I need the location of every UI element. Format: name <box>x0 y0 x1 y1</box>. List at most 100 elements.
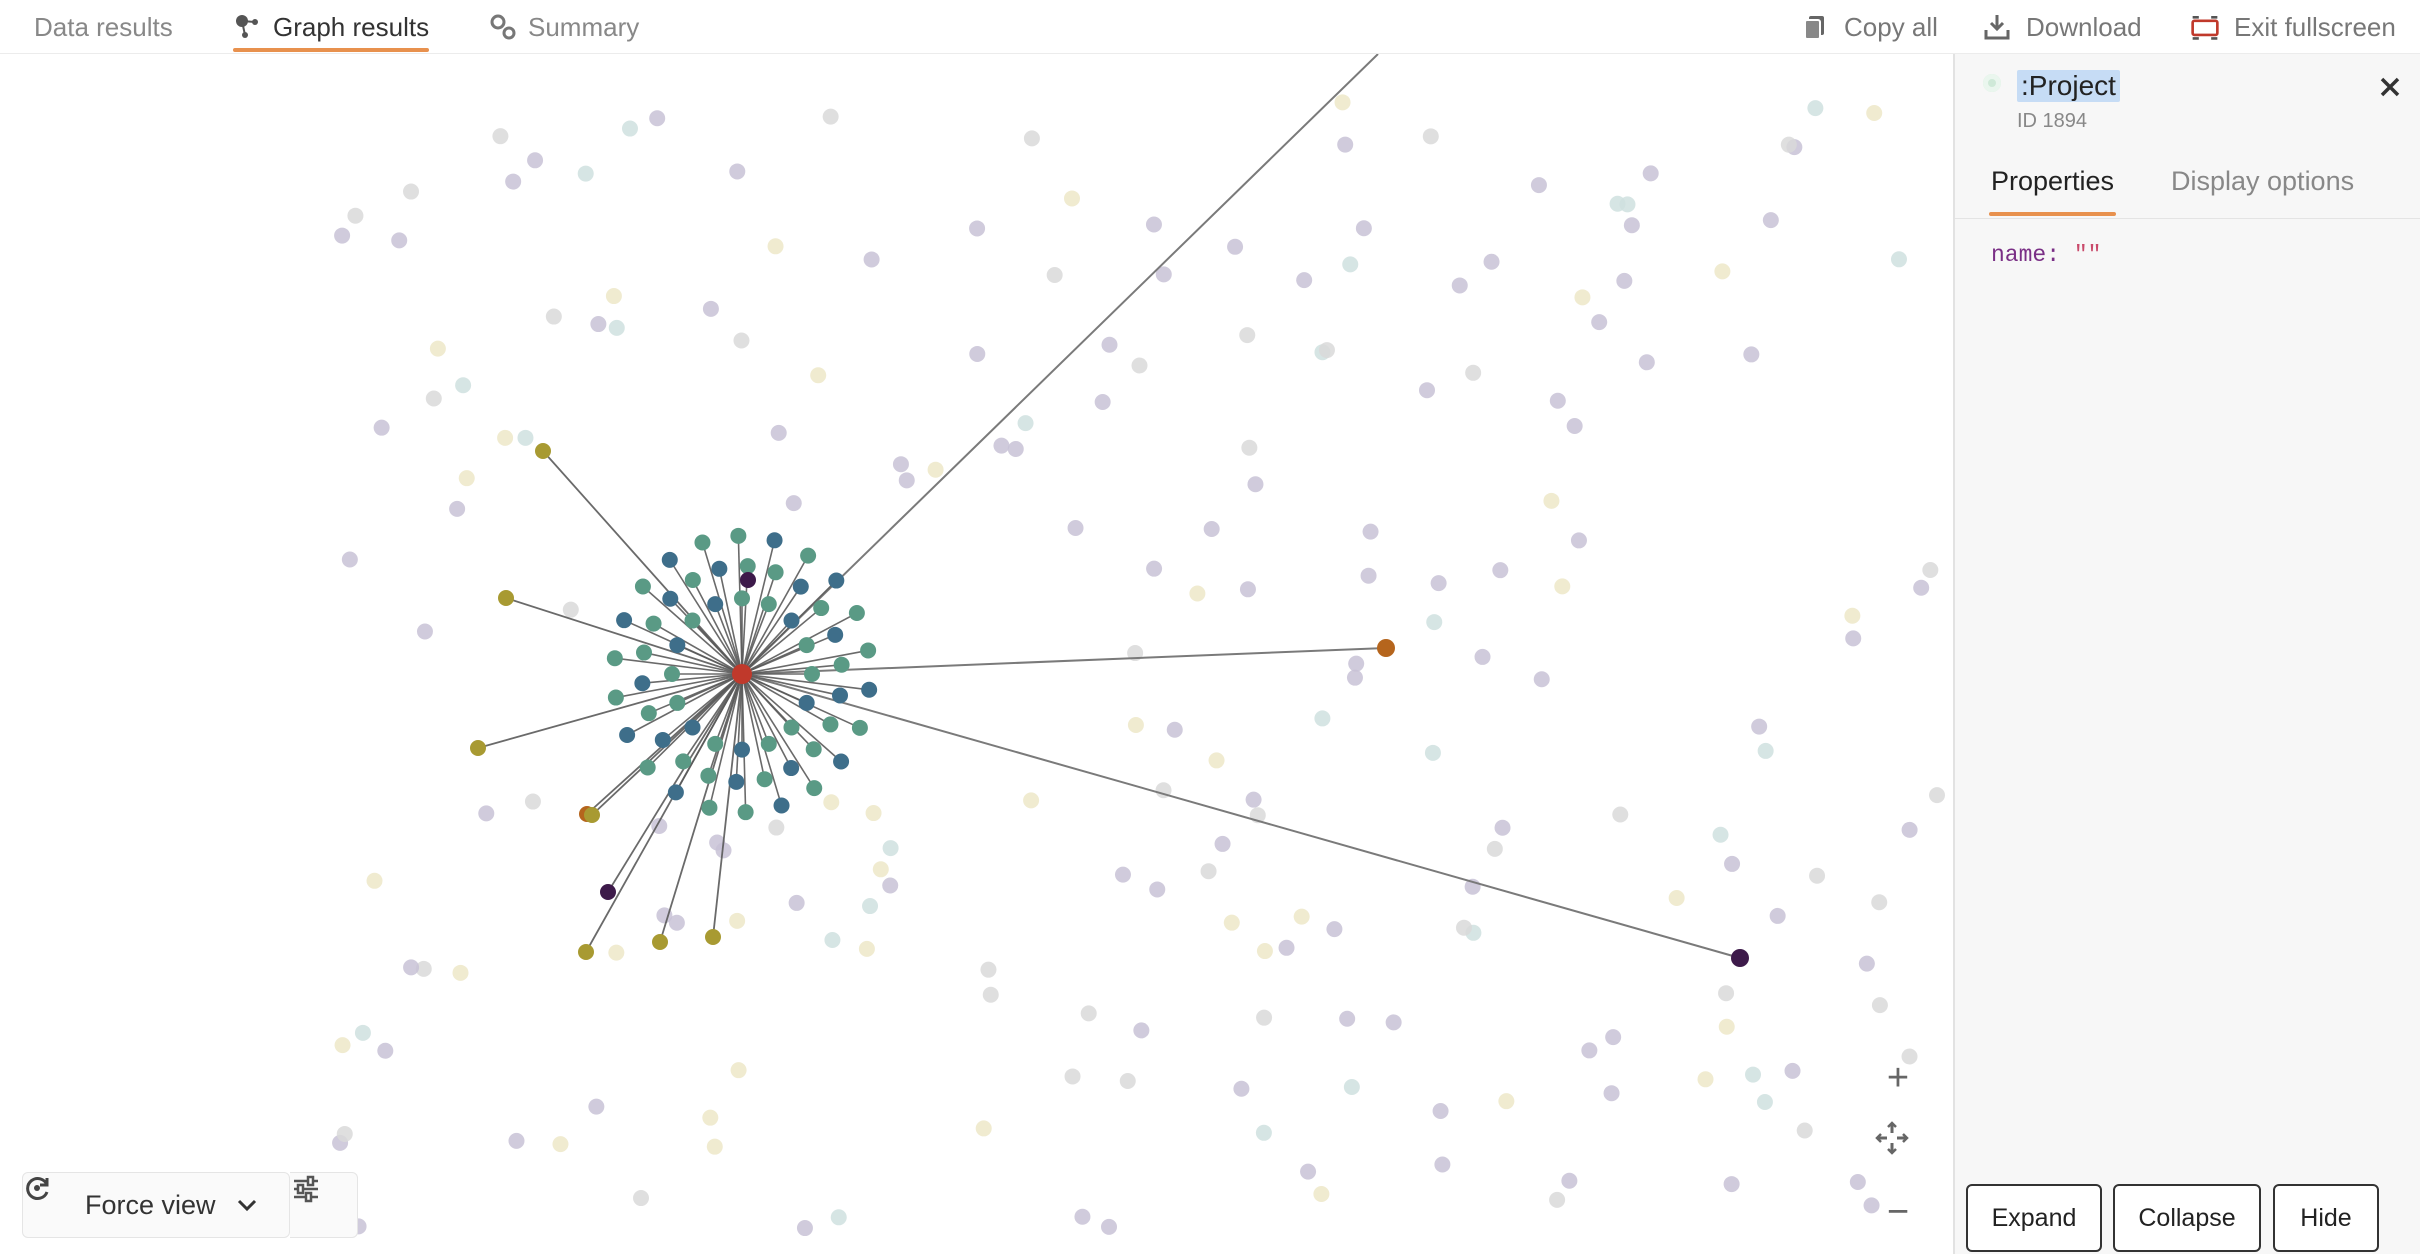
background-node[interactable] <box>1549 1191 1566 1208</box>
background-node[interactable] <box>1718 985 1735 1002</box>
tab-properties[interactable]: Properties <box>1988 166 2117 216</box>
graph-node[interactable] <box>694 534 711 551</box>
background-node[interactable] <box>1227 238 1244 255</box>
background-node[interactable] <box>1080 1005 1097 1022</box>
background-node[interactable] <box>1623 217 1640 234</box>
exit-fullscreen-button[interactable]: Exit fullscreen <box>2190 0 2396 54</box>
background-node[interactable] <box>1063 190 1080 207</box>
graph-node[interactable] <box>664 666 680 682</box>
graph-node[interactable] <box>734 741 750 758</box>
graph-node[interactable] <box>711 560 728 577</box>
layout-settings-button[interactable] <box>290 1172 358 1238</box>
tab-graph-results[interactable]: Graph results <box>233 0 430 54</box>
background-node[interactable] <box>1223 914 1240 931</box>
background-node[interactable] <box>605 288 622 305</box>
graph-node[interactable] <box>652 934 668 950</box>
graph-node[interactable] <box>470 740 486 756</box>
graph-node[interactable] <box>634 675 651 692</box>
background-node[interactable] <box>458 470 475 487</box>
background-node[interactable] <box>492 128 509 145</box>
graph-node[interactable] <box>1377 639 1395 657</box>
background-node[interactable] <box>391 232 408 249</box>
background-node[interactable] <box>455 377 472 394</box>
background-node[interactable] <box>1360 567 1377 584</box>
background-node[interactable] <box>1498 1093 1515 1110</box>
background-node[interactable] <box>975 1120 992 1137</box>
graph-node[interactable] <box>766 532 783 549</box>
background-node[interactable] <box>552 1136 569 1153</box>
background-node[interactable] <box>1114 866 1131 883</box>
background-node[interactable] <box>1757 742 1774 759</box>
background-node[interactable] <box>1119 1072 1136 1089</box>
graph-node[interactable] <box>616 612 633 629</box>
background-node[interactable] <box>824 931 841 948</box>
background-node[interactable] <box>730 1062 747 1079</box>
background-node[interactable] <box>341 551 358 568</box>
hide-button[interactable]: Hide <box>2273 1184 2379 1252</box>
fit-view-button[interactable] <box>1874 1120 1922 1168</box>
background-node[interactable] <box>354 1024 371 1041</box>
background-node[interactable] <box>1780 136 1797 153</box>
graph-node[interactable] <box>578 944 594 960</box>
graph-node[interactable] <box>684 719 701 736</box>
background-node[interactable] <box>1543 492 1560 509</box>
background-node[interactable] <box>1239 327 1256 344</box>
background-node[interactable] <box>347 207 364 224</box>
background-node[interactable] <box>1145 216 1162 233</box>
graph-node[interactable] <box>600 884 616 900</box>
background-node[interactable] <box>373 419 390 436</box>
background-node[interactable] <box>633 1190 650 1207</box>
background-node[interactable] <box>822 108 839 125</box>
background-node[interactable] <box>1756 1094 1773 1111</box>
background-node[interactable] <box>562 601 579 618</box>
background-node[interactable] <box>608 944 625 961</box>
background-node[interactable] <box>1549 392 1566 409</box>
background-node[interactable] <box>1712 826 1729 843</box>
copy-all-button[interactable]: Copy all <box>1800 0 1938 54</box>
graph-node[interactable] <box>662 590 679 607</box>
background-node[interactable] <box>858 940 875 957</box>
background-node[interactable] <box>1769 907 1786 924</box>
background-node[interactable] <box>1871 997 1888 1014</box>
graph-node[interactable] <box>730 527 747 544</box>
background-node[interactable] <box>1074 1208 1091 1225</box>
background-node[interactable] <box>517 429 534 446</box>
background-node[interactable] <box>1241 439 1258 456</box>
background-node[interactable] <box>1697 1071 1714 1088</box>
graph-node[interactable] <box>832 687 849 704</box>
background-node[interactable] <box>1247 476 1264 493</box>
background-node[interactable] <box>1064 1068 1081 1085</box>
background-node[interactable] <box>1189 585 1206 602</box>
background-node[interactable] <box>882 840 899 857</box>
graph-node[interactable] <box>783 760 800 777</box>
background-node[interactable] <box>1901 821 1918 838</box>
background-node[interactable] <box>1007 440 1024 457</box>
graph-canvas[interactable]: + − Force view <box>0 54 1953 1254</box>
background-node[interactable] <box>1432 1102 1449 1119</box>
graph-node[interactable] <box>739 558 756 575</box>
background-node[interactable] <box>768 819 785 836</box>
background-node[interactable] <box>1101 1218 1118 1235</box>
background-node[interactable] <box>1796 1122 1813 1139</box>
background-node[interactable] <box>830 1209 847 1226</box>
background-node[interactable] <box>1638 354 1655 371</box>
background-node[interactable] <box>1743 346 1760 363</box>
background-node[interactable] <box>1233 1080 1250 1097</box>
background-node[interactable] <box>865 805 882 822</box>
background-node[interactable] <box>608 319 625 336</box>
graph-node[interactable] <box>535 443 551 459</box>
background-node[interactable] <box>1492 562 1509 579</box>
background-node[interactable] <box>729 912 746 929</box>
background-node[interactable] <box>1296 272 1313 289</box>
tab-summary[interactable]: Summary <box>488 0 639 54</box>
background-node[interactable] <box>1424 744 1441 761</box>
background-node[interactable] <box>425 390 442 407</box>
background-node[interactable] <box>1200 863 1217 880</box>
background-node[interactable] <box>969 345 986 362</box>
background-node[interactable] <box>1714 263 1731 280</box>
graph-node[interactable] <box>684 612 701 629</box>
background-node[interactable] <box>1784 1062 1801 1079</box>
background-node[interactable] <box>1133 1022 1150 1039</box>
background-node[interactable] <box>770 424 787 441</box>
background-node[interactable] <box>1809 867 1826 884</box>
